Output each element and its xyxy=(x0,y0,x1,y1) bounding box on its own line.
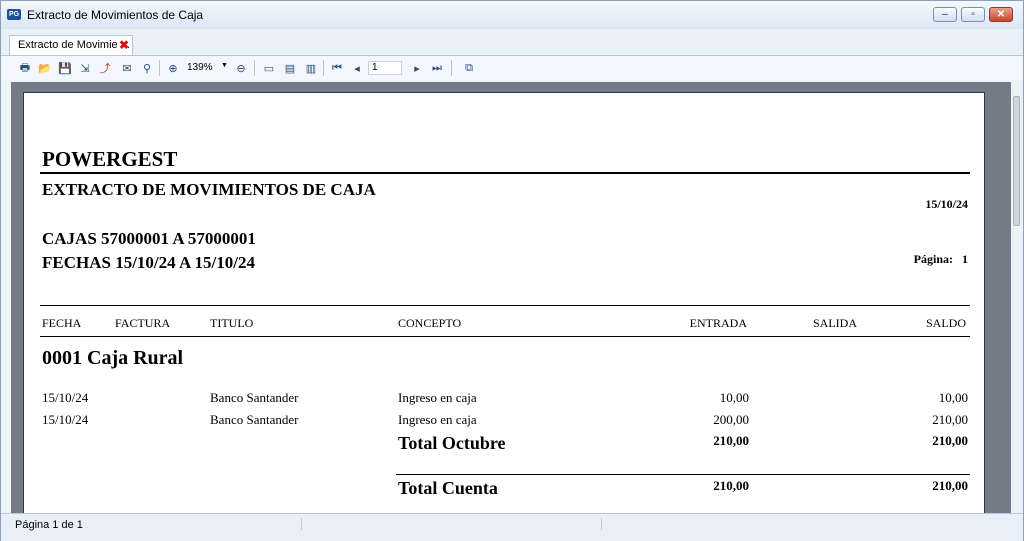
status-divider xyxy=(301,518,302,530)
tab-close-icon[interactable]: ✖ xyxy=(119,38,129,52)
maximize-button[interactable]: ▫ xyxy=(961,7,985,22)
fechas-range: FECHAS 15/10/24 A 15/10/24 xyxy=(42,253,255,272)
copy-icon[interactable]: ⧉ xyxy=(461,60,477,76)
tab-label: Extracto de Movimie ... xyxy=(18,39,130,51)
pdf-icon[interactable]: ⤴ xyxy=(97,60,113,76)
page-label: Página: xyxy=(913,252,953,266)
columns-top-rule xyxy=(40,305,970,306)
minimize-icon: ‒ xyxy=(942,9,948,20)
page-number: 1 xyxy=(962,252,968,266)
company-name: POWERGEST xyxy=(42,147,178,171)
first-page-icon[interactable]: ⏮ xyxy=(329,60,345,76)
page-setup-icon[interactable]: ▥ xyxy=(303,60,319,76)
previous-page-icon[interactable]: ◂ xyxy=(349,60,365,76)
chevron-down-icon[interactable]: ▼ xyxy=(221,62,228,69)
row-saldo: 10,00 xyxy=(938,390,968,405)
row-concepto: Ingreso en caja xyxy=(398,390,477,405)
col-entrada: ENTRADA xyxy=(689,316,747,330)
single-page-icon[interactable]: ▭ xyxy=(261,60,277,76)
report-page: POWERGEST EXTRACTO DE MOVIMIENTOS DE CAJ… xyxy=(23,92,985,513)
export-icon[interactable]: ⇲ xyxy=(77,60,93,76)
page-indicator: Página: 1 xyxy=(914,252,968,267)
col-titulo: TITULO xyxy=(210,316,254,330)
preview-area[interactable]: POWERGEST EXTRACTO DE MOVIMIENTOS DE CAJ… xyxy=(11,82,1011,513)
row-titulo: Banco Santander xyxy=(210,390,299,405)
multi-page-icon[interactable]: ▤ xyxy=(282,60,298,76)
toolbar-separator xyxy=(159,60,160,76)
total-rule xyxy=(396,474,970,475)
row-fecha: 15/10/24 xyxy=(42,412,89,427)
status-bar: Página 1 de 1 xyxy=(1,513,1023,541)
app-logo-icon: PG xyxy=(7,9,21,20)
row-concepto: Ingreso en caja xyxy=(398,412,477,427)
cajas-range: CAJAS 57000001 A 57000001 xyxy=(42,229,256,248)
report-title: EXTRACTO DE MOVIMIENTOS DE CAJA xyxy=(42,180,376,199)
row-saldo: 210,00 xyxy=(932,412,968,427)
toolbar-separator xyxy=(323,60,324,76)
document-tabs: Extracto de Movimie ... ✖ xyxy=(1,29,1023,56)
status-divider xyxy=(601,518,602,530)
scrollbar-thumb[interactable] xyxy=(1013,96,1020,226)
print-icon[interactable]: 🖶 xyxy=(17,60,33,76)
report-date: 15/10/24 xyxy=(925,197,968,211)
status-page-info: Página 1 de 1 xyxy=(15,519,83,531)
find-icon[interactable]: ⚲ xyxy=(139,60,155,76)
header-rule xyxy=(40,172,970,174)
account-heading: 0001 Caja Rural xyxy=(42,347,184,369)
col-concepto: CONCEPTO xyxy=(398,316,462,330)
col-fecha: FECHA xyxy=(42,316,82,330)
row-fecha: 15/10/24 xyxy=(42,390,89,405)
col-salida: SALIDA xyxy=(813,316,857,330)
report-window: PG Extracto de Movimientos de Caja ‒ ▫ ✕… xyxy=(0,0,1024,541)
preview-toolbar: 🖶 📂 💾 ⇲ ⤴ ✉ ⚲ ⊕ 139% ▼ ⊖ ▭ ▤ ▥ ⏮ ◂ 1 ▸ ⏭… xyxy=(1,56,1023,80)
col-factura: FACTURA xyxy=(115,316,171,330)
total-month-saldo: 210,00 xyxy=(932,433,968,448)
total-month-entrada: 210,00 xyxy=(713,433,749,448)
page-number-input[interactable]: 1 xyxy=(368,61,402,75)
columns-bottom-rule xyxy=(40,336,970,337)
maximize-icon: ▫ xyxy=(971,9,975,20)
last-page-icon[interactable]: ⏭ xyxy=(429,60,445,76)
open-folder-icon[interactable]: 📂 xyxy=(37,60,53,76)
tab-extracto[interactable]: Extracto de Movimie ... ✖ xyxy=(9,35,133,55)
title-bar: PG Extracto de Movimientos de Caja ‒ ▫ ✕ xyxy=(1,1,1023,29)
toolbar-separator xyxy=(451,60,452,76)
row-entrada: 200,00 xyxy=(713,412,749,427)
next-page-icon[interactable]: ▸ xyxy=(409,60,425,76)
close-icon: ✕ xyxy=(996,9,1006,20)
row-entrada: 10,00 xyxy=(719,390,749,405)
total-month-label: Total Octubre xyxy=(398,433,506,453)
col-saldo: SALDO xyxy=(925,316,966,330)
total-account-label: Total Cuenta xyxy=(398,478,498,498)
toolbar-separator xyxy=(254,60,255,76)
total-account-saldo: 210,00 xyxy=(932,478,968,493)
close-window-button[interactable]: ✕ xyxy=(989,7,1013,22)
zoom-in-icon[interactable]: ⊕ xyxy=(165,60,181,76)
row-titulo: Banco Santander xyxy=(210,412,299,427)
total-account-entrada: 210,00 xyxy=(713,478,749,493)
window-title: Extracto de Movimientos de Caja xyxy=(27,8,204,22)
email-icon[interactable]: ✉ xyxy=(119,60,135,76)
save-icon[interactable]: 💾 xyxy=(57,60,73,76)
vertical-scrollbar[interactable] xyxy=(1011,82,1023,513)
zoom-out-icon[interactable]: ⊖ xyxy=(233,60,249,76)
minimize-button[interactable]: ‒ xyxy=(933,7,957,22)
